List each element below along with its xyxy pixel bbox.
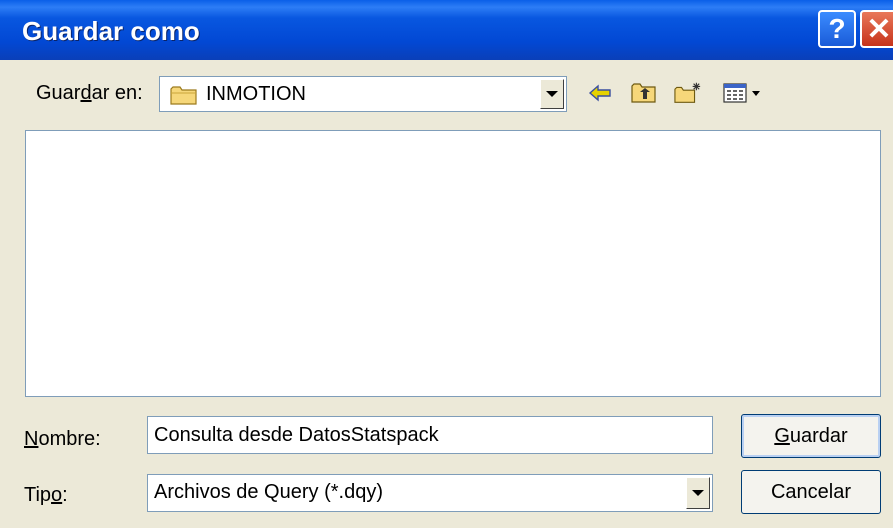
save-as-dialog: Guardar como ? ✕ Guardar en: INMOTION No… bbox=[0, 0, 893, 528]
folder-icon bbox=[170, 84, 198, 111]
dialog-title: Guardar como bbox=[22, 16, 200, 46]
chevron-down-icon bbox=[546, 91, 558, 97]
new-folder-icon[interactable] bbox=[674, 80, 702, 106]
file-list[interactable] bbox=[25, 130, 881, 397]
close-button[interactable]: ✕ bbox=[860, 10, 893, 48]
save-in-dropdown-button[interactable] bbox=[540, 79, 564, 109]
help-button[interactable]: ? bbox=[818, 10, 856, 48]
view-menu-icon[interactable] bbox=[722, 80, 766, 106]
save-in-combo[interactable]: INMOTION bbox=[159, 76, 567, 112]
type-dropdown-button[interactable] bbox=[686, 477, 710, 509]
save-button[interactable]: Guardar bbox=[741, 414, 881, 458]
type-label: Tipo: bbox=[24, 484, 68, 506]
title-bar: Guardar como ? ✕ bbox=[0, 0, 893, 60]
chevron-down-icon bbox=[692, 490, 704, 496]
name-label: Nombre: bbox=[24, 428, 101, 450]
name-input[interactable]: Consulta desde DatosStatspack bbox=[147, 416, 713, 454]
type-combo[interactable]: Archivos de Query (*.dqy) bbox=[147, 474, 713, 512]
type-combo-value: Archivos de Query (*.dqy) bbox=[154, 481, 383, 503]
save-in-label: Guardar en: bbox=[36, 82, 143, 104]
save-in-value: INMOTION bbox=[206, 83, 306, 105]
name-input-value: Consulta desde DatosStatspack bbox=[154, 424, 439, 446]
back-arrow-icon[interactable] bbox=[586, 80, 614, 106]
up-folder-icon[interactable] bbox=[630, 80, 658, 106]
cancel-button[interactable]: Cancelar bbox=[741, 470, 881, 514]
